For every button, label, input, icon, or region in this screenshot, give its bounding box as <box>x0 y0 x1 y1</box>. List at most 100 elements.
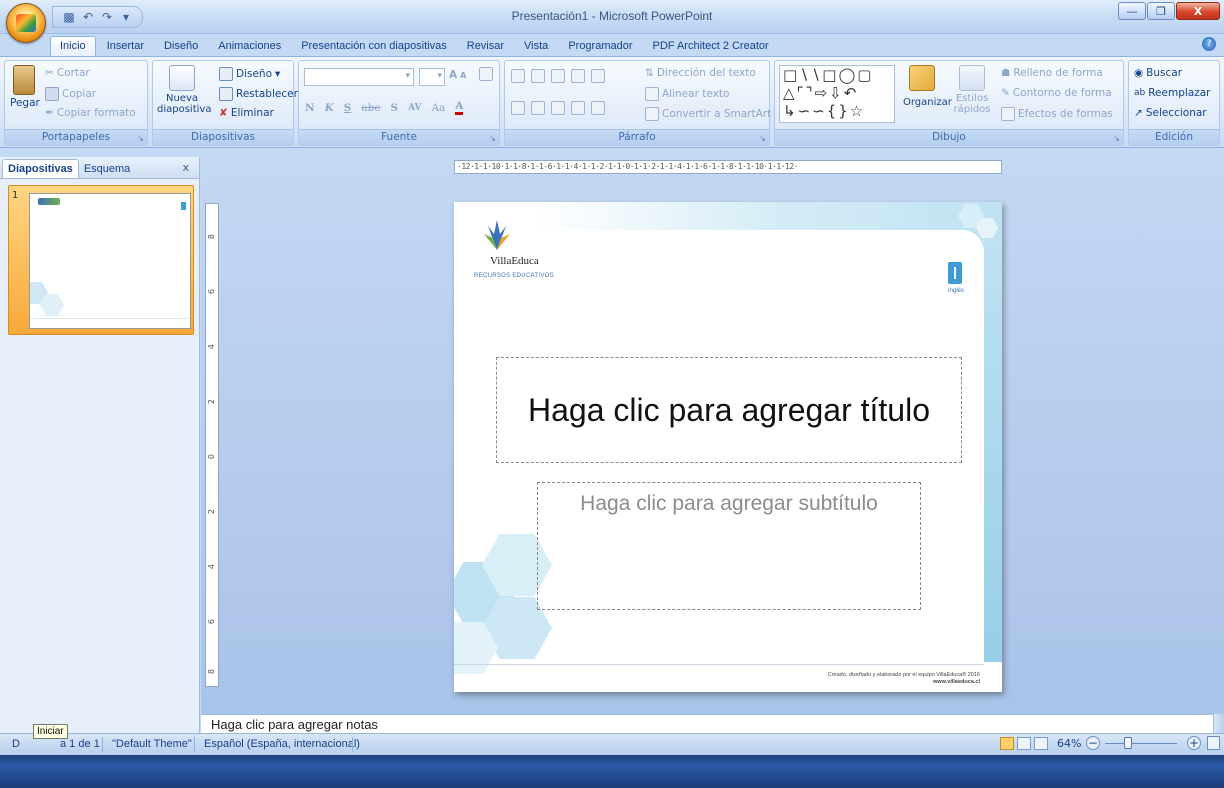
replace-label: Reemplazar <box>1148 87 1211 99</box>
slide-credit: Creado, diseñado y elaborado por el equi… <box>828 672 980 686</box>
align-right-icon[interactable] <box>551 101 565 115</box>
quick-styles-label: Estilos rápidos <box>953 93 991 115</box>
ruler-mark: 0 <box>207 454 216 460</box>
group-drawing: □∖∖□◯▢ △⌜⌝⇨⇩↶ ↳∽∽{}☆ Organizar Estilos ráp… <box>774 60 1124 146</box>
tab-vista[interactable]: Vista <box>515 37 557 56</box>
strikethrough-button[interactable]: abe <box>361 102 380 114</box>
shadow-button[interactable]: S <box>391 102 399 114</box>
format-painter-button[interactable]: ✒ Copiar formato <box>45 107 136 119</box>
zoom-level[interactable]: 64% <box>1057 737 1081 750</box>
close-button[interactable]: X <box>1176 2 1220 20</box>
minimize-button[interactable]: — <box>1118 2 1146 20</box>
clear-format-button[interactable] <box>479 67 493 81</box>
select-button[interactable]: ↗ Seleccionar <box>1134 107 1207 119</box>
delete-slide-button[interactable]: ✘ Eliminar <box>219 107 274 119</box>
zoom-slider-track[interactable] <box>1105 743 1177 744</box>
subtitle-placeholder[interactable]: Haga clic para agregar subtítulo <box>537 482 921 610</box>
shape-outline-button[interactable]: ✎ Contorno de forma <box>1001 87 1112 99</box>
char-spacing-button[interactable]: AV <box>408 103 421 113</box>
dialog-launcher-icon[interactable]: ↘ <box>759 134 766 143</box>
align-center-icon[interactable] <box>531 101 545 115</box>
slide-canvas[interactable]: VillaEduca RECURSOS EDUCATIVOS Inglés Ha… <box>454 202 1002 692</box>
dialog-launcher-icon[interactable]: ↘ <box>137 134 144 143</box>
group-label-drawing: Dibujo <box>775 129 1123 145</box>
quick-styles-button[interactable]: Estilos rápidos <box>953 65 991 115</box>
tab-revisar[interactable]: Revisar <box>458 37 513 56</box>
justify-icon[interactable] <box>571 101 585 115</box>
paste-button[interactable]: Pegar <box>10 65 40 109</box>
help-icon[interactable]: ? <box>1202 37 1216 51</box>
tab-animaciones[interactable]: Animaciones <box>209 37 290 56</box>
font-name-dropdown[interactable]: ▾ <box>304 68 414 86</box>
arrange-button[interactable]: Organizar <box>903 65 952 108</box>
tab-pdf-architect[interactable]: PDF Architect 2 Creator <box>644 37 778 56</box>
tab-outline[interactable]: Esquema <box>79 160 135 178</box>
dialog-launcher-icon[interactable]: ↘ <box>1113 134 1120 143</box>
pencil-icon: ✎ <box>1001 87 1010 99</box>
slide-thumbnail-selected[interactable]: 1 <box>8 185 194 335</box>
slide-thumbnail[interactable] <box>29 193 191 329</box>
group-label-slides: Diapositivas <box>153 129 293 145</box>
tab-programador[interactable]: Programador <box>559 37 641 56</box>
italic-button[interactable]: K <box>325 102 334 114</box>
notes-pane[interactable]: Haga clic para agregar notas <box>201 714 1213 733</box>
shape-effects-button[interactable]: Efectos de formas <box>1001 107 1113 121</box>
numbering-icon[interactable] <box>531 69 545 83</box>
zoom-slider-thumb[interactable] <box>1124 737 1132 749</box>
close-pane-icon[interactable]: x <box>182 161 189 174</box>
line-spacing-icon[interactable] <box>591 69 605 83</box>
reset-button[interactable]: Restablecer <box>219 87 298 101</box>
view-buttons <box>1000 737 1048 750</box>
window-controls: — ❐ X <box>1118 2 1220 20</box>
shapes-gallery[interactable]: □∖∖□◯▢ △⌜⌝⇨⇩↶ ↳∽∽{}☆ <box>779 65 895 123</box>
new-slide-button[interactable]: Nueva diapositiva <box>157 65 211 115</box>
villaeduca-logo-icon <box>484 220 510 250</box>
theme-name: "Default Theme" <box>112 738 192 750</box>
smartart-button[interactable]: Convertir a SmartArt <box>645 107 771 121</box>
zoom-out-icon[interactable]: − <box>1086 736 1100 750</box>
paint-bucket-icon: ☗ <box>1001 67 1011 79</box>
find-button[interactable]: ◉ Buscar <box>1134 67 1182 79</box>
font-color-button[interactable]: A <box>455 101 464 115</box>
replace-button[interactable]: ab Reemplazar <box>1134 87 1211 99</box>
cut-button[interactable]: ✂ Cortar <box>45 67 90 79</box>
maximize-button[interactable]: ❐ <box>1147 2 1175 20</box>
normal-view-icon[interactable] <box>1000 737 1014 750</box>
scissors-icon: ✂ <box>45 67 54 79</box>
dialog-launcher-icon[interactable]: ↘ <box>489 134 496 143</box>
language-status[interactable]: Español (España, internacional) <box>204 738 360 750</box>
decrease-indent-icon[interactable] <box>551 69 565 83</box>
tab-slides[interactable]: Diapositivas <box>2 159 79 178</box>
align-left-icon[interactable] <box>511 101 525 115</box>
bullets-icon[interactable] <box>511 69 525 83</box>
format-painter-label: Copiar formato <box>56 107 136 119</box>
fit-to-window-icon[interactable] <box>1207 736 1220 750</box>
font-size-dropdown[interactable]: ▾ <box>419 68 445 86</box>
arrange-icon <box>909 65 935 91</box>
tab-presentacion[interactable]: Presentación con diapositivas <box>292 37 456 56</box>
bold-button[interactable]: N <box>305 102 315 114</box>
underline-button[interactable]: S <box>344 102 352 114</box>
new-slide-icon <box>169 65 195 91</box>
text-direction-button[interactable]: ⇅ Dirección del texto <box>645 67 756 79</box>
zoom-in-icon[interactable]: + <box>1187 736 1201 750</box>
slide-sorter-view-icon[interactable] <box>1017 737 1031 750</box>
shrink-font-icon: A <box>460 70 467 80</box>
align-text-button[interactable]: Alinear texto <box>645 87 729 101</box>
increase-indent-icon[interactable] <box>571 69 585 83</box>
change-case-button[interactable]: Aa <box>431 102 445 114</box>
shape-fill-button[interactable]: ☗ Relleno de forma <box>1001 67 1103 79</box>
tab-insertar[interactable]: Insertar <box>98 37 153 56</box>
find-label: Buscar <box>1146 67 1183 79</box>
slideshow-view-icon[interactable] <box>1034 737 1048 750</box>
tab-inicio[interactable]: Inicio <box>50 36 96 56</box>
office-button[interactable] <box>6 3 46 43</box>
copy-button[interactable]: Copiar <box>45 87 96 101</box>
tab-diseno[interactable]: Diseño <box>155 37 207 56</box>
slide-editing-area: ·12·1·1·10·1·1·8·1·1·6·1·1·4·1·1·2·1·1·0… <box>201 157 1224 714</box>
columns-icon[interactable] <box>591 101 605 115</box>
layout-button[interactable]: Diseño ▾ <box>219 67 280 81</box>
status-separator <box>102 737 103 752</box>
grow-font-button[interactable]: AA <box>449 69 466 81</box>
title-placeholder[interactable]: Haga clic para agregar título <box>496 357 962 463</box>
